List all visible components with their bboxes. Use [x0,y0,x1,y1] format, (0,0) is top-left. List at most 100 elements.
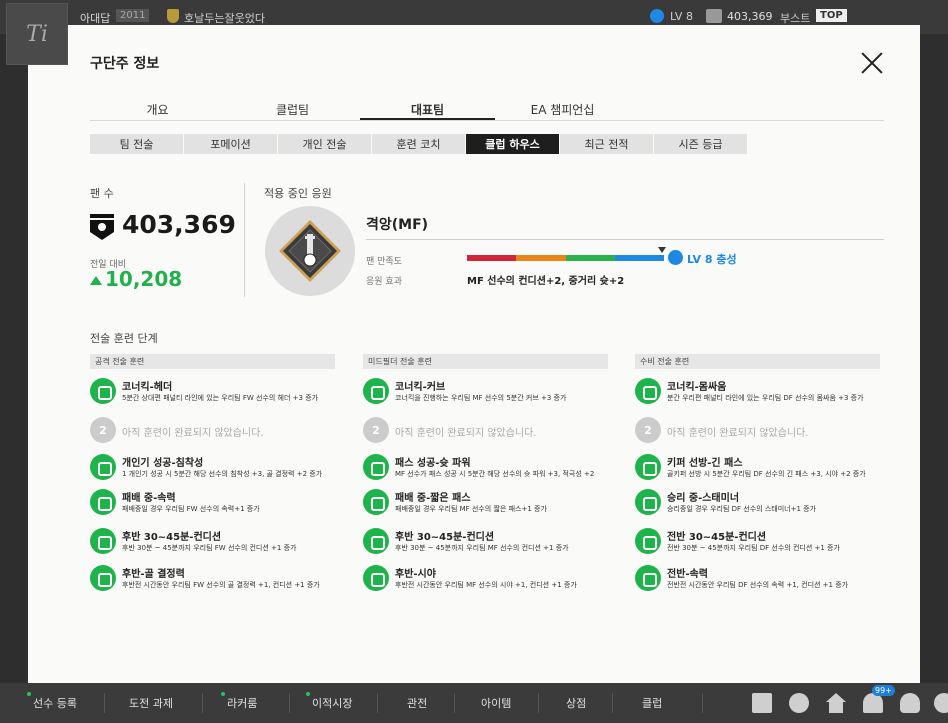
training-desc: 골키퍼 선방 시 5분간 우리팀 DF 선수의 긴 패스 +3, 시야 +2 증… [667,470,866,478]
support-name: 격앙(MF) [366,217,429,233]
nav-separator [104,693,105,713]
profile-icon[interactable] [900,693,920,713]
column-header: 미드필더 전술 훈련 [363,354,608,369]
locked-step-icon: 2 [90,417,116,443]
loyalty-level: LV 8 충성 [687,253,737,266]
chat-icon[interactable] [789,693,809,713]
close-button[interactable] [858,49,886,77]
training-item: 전반-속력 전반전 시간동안 우리팀 DF 선수의 속력 +1, 컨디션 +1 … [635,565,880,595]
club-logo: Ti [6,3,68,65]
subtab-training-coach[interactable]: 훈련 코치 [372,134,465,154]
subtab-individual-tactics[interactable]: 개인 전술 [278,134,371,154]
curve-training-icon [363,378,389,404]
satisfaction-seg-3 [565,255,615,261]
training-desc: 1 개인기 성공 시 5분간 해당 선수의 침착성 +3, 골 결정력 +2 증… [122,470,323,478]
manager-year: 2011 [116,9,150,22]
loyalty-face-icon [668,250,683,265]
training-name: 개인기 성공-침착성 [122,458,204,469]
calendar-icon[interactable] [752,693,772,713]
goal-training-icon [90,565,116,591]
header-training-icon [90,378,116,404]
satisfaction-marker-icon [658,247,666,253]
training-desc: 패배중일 경우 우리팀 FW 선수의 속력+1 증가 [122,505,260,513]
owner-info-modal: 구단주 정보 개요 클럽팀 대표팀 EA 챔피언십 팀 전술 포메이션 개인 전… [28,25,920,685]
midfield-training-column: 미드필더 전술 훈련 코너킥-커브 코너킥을 진행하는 우리팀 MF 선수의 5… [363,354,608,591]
support-emblem [265,206,355,296]
subtab-club-house[interactable]: 클럽 하우스 [466,134,559,154]
nav-transfer-market[interactable]: 이적시장 [312,695,352,711]
top-badge[interactable]: TOP [816,9,847,22]
notify-dot-icon [27,692,31,696]
training-name: 전반-속력 [667,569,708,580]
tab-overview[interactable]: 개요 [90,101,225,120]
locked-text: 아직 훈련이 완료되지 않았습니다. [122,428,264,439]
effect-label: 응원 효과 [366,277,402,287]
jersey-training-icon [90,528,116,554]
tab-club-team[interactable]: 클럽팀 [225,101,360,120]
training-name: 후반 30~45분-컨디션 [395,532,495,543]
subtab-season-grade[interactable]: 시즌 등급 [654,134,747,154]
tab-ea-championship[interactable]: EA 챔피언십 [495,101,630,120]
nav-shop[interactable]: 상점 [566,695,586,711]
training-name: 후반-골 결정력 [122,569,185,580]
locked-text: 아직 훈련이 완료되지 않았습니다. [395,428,537,439]
boot-training-icon [90,489,116,515]
settings-gear-icon[interactable] [934,693,948,713]
nav-club[interactable]: 클럽 [642,695,662,711]
training-item: 패배 중-속력 패배중일 경우 우리팀 FW 선수의 속력+1 증가 [90,489,335,519]
notify-dot-icon [306,692,310,696]
subtab-formation[interactable]: 포메이션 [184,134,277,154]
fans-count: 403,369 [122,210,236,239]
sub-tabs: 팀 전술 포메이션 개인 전술 훈련 코치 클럽 하우스 최근 전적 시즌 등급 [90,134,748,154]
level-face-icon [650,9,664,23]
training-name: 키퍼 선방-긴 패스 [667,458,743,469]
training-desc: 코너킥을 진행하는 우리팀 MF 선수의 5분간 커브 +3 증가 [395,394,567,402]
subtab-recent-record[interactable]: 최근 전적 [560,134,653,154]
nav-separator [289,693,290,713]
training-item-locked: 2 아직 훈련이 완료되지 않았습니다. [363,417,608,447]
training-item: 패스 성공-슛 파워 MF 선수가 패스 성공 시 5분간 해당 선수의 슛 파… [363,454,608,484]
section-divider [244,183,245,297]
subtab-team-tactics[interactable]: 팀 전술 [90,134,183,154]
nav-spectate[interactable]: 관전 [407,695,427,711]
defense-training-column: 수비 전술 훈련 코너킥-몸싸움 분간 우리편 패널티 라인에 있는 우리팀 D… [635,354,880,591]
nav-separator [702,693,703,713]
boost-button[interactable]: 부스트 [780,10,810,26]
bell-icon[interactable] [863,693,883,713]
bottom-nav-bar: 선수 등록 도전 과제 라커룸 이적시장 관전 아이템 상점 클럽 [0,683,948,723]
jersey-training-icon [363,528,389,554]
training-desc: 승리중일 경우 우리팀 DF 선수의 스태미너+1 증가 [667,505,817,513]
topbar-level: LV 8 [670,10,693,23]
modal-title: 구단주 정보 [90,56,160,72]
training-item: 후반-시야 후반전 시간동안 우리팀 MF 선수의 시야 +1, 컨디션 +1 … [363,565,608,595]
training-item: 후반 30~45분-컨디션 후반 30분 ~ 45분까지 우리팀 MF 선수의 … [363,528,608,558]
manager-name: 아대답 [80,12,111,25]
nav-challenges[interactable]: 도전 과제 [129,695,173,711]
training-title: 전술 훈련 단계 [90,332,158,345]
physical-training-icon [635,378,661,404]
attack-training-column: 공격 전술 훈련 코너킥-헤더 5분간 상대편 패널티 라인에 있는 우리팀 F… [90,354,335,591]
eye-training-icon [363,565,389,591]
home-icon[interactable] [826,693,846,713]
support-label: 적용 중인 응원 [264,187,332,200]
main-tabs: 개요 클럽팀 대표팀 EA 챔피언십 [90,101,884,121]
nav-separator [612,693,613,713]
satisfaction-seg-2 [516,255,566,261]
support-divider [366,239,884,240]
training-name: 패배 중-속력 [122,493,176,504]
training-desc: 전반 30분 ~ 45분까지 우리팀 DF 선수의 컨디션 +1 증가 [667,544,840,552]
fans-delta-value: 10,208 [105,267,183,291]
nav-player-register[interactable]: 선수 등록 [33,695,77,711]
nav-separator [454,693,455,713]
support-badge-icon [279,220,341,282]
fans-emblem-icon [90,214,114,240]
locked-text: 아직 훈련이 완료되지 않았습니다. [667,428,809,439]
speed-training-icon [635,565,661,591]
nav-locker-room[interactable]: 라커룸 [227,695,257,711]
satisfaction-seg-1 [467,255,517,261]
training-desc: 전반전 시간동안 우리팀 DF 선수의 속력 +1, 컨디션 +1 증가 [667,581,849,589]
tab-representative-team[interactable]: 대표팀 [360,101,495,120]
club-crest-icon [167,9,179,23]
jersey-training-icon [635,528,661,554]
nav-items[interactable]: 아이템 [481,695,511,711]
